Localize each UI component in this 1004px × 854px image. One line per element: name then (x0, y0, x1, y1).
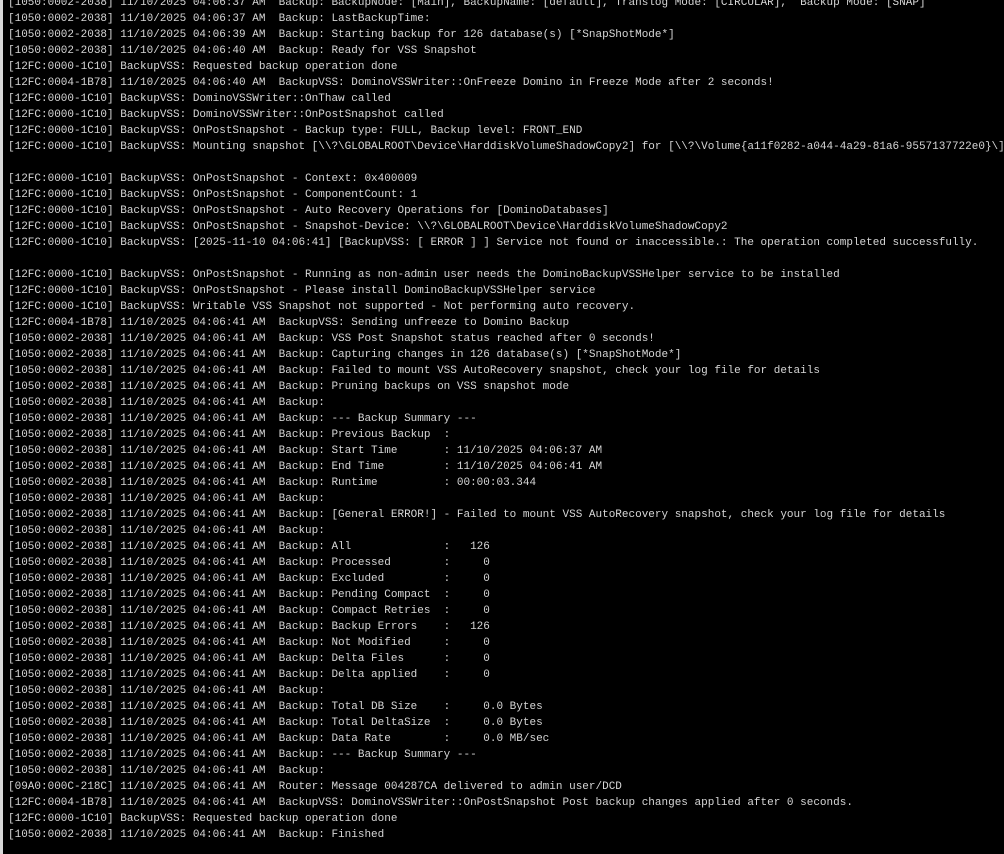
console-log: [1050:0002-2038] 11/10/2025 04:06:37 AM … (8, 0, 1004, 843)
log-line: [12FC:0000-1C10] BackupVSS: OnPostSnapsh… (8, 173, 418, 185)
log-line: [1050:0002-2038] 11/10/2025 04:06:41 AM … (8, 749, 477, 761)
log-line: [12FC:0000-1C10] BackupVSS: Requested ba… (8, 813, 398, 825)
log-line: [1050:0002-2038] 11/10/2025 04:06:41 AM … (8, 621, 490, 633)
log-line: [1050:0002-2038] 11/10/2025 04:06:41 AM … (8, 589, 490, 601)
log-line: [1050:0002-2038] 11/10/2025 04:06:41 AM … (8, 509, 946, 521)
log-line: [1050:0002-2038] 11/10/2025 04:06:41 AM … (8, 653, 490, 665)
log-line: [1050:0002-2038] 11/10/2025 04:06:41 AM … (8, 477, 537, 489)
log-line: [12FC:0000-1C10] BackupVSS: Requested ba… (8, 61, 398, 73)
log-line: [1050:0002-2038] 11/10/2025 04:06:41 AM … (8, 493, 325, 505)
log-line: [12FC:0000-1C10] BackupVSS: OnPostSnapsh… (8, 205, 609, 217)
log-line: [1050:0002-2038] 11/10/2025 04:06:41 AM … (8, 349, 682, 361)
log-line: [1050:0002-2038] 11/10/2025 04:06:41 AM … (8, 541, 490, 553)
log-line: [1050:0002-2038] 11/10/2025 04:06:41 AM … (8, 733, 550, 745)
log-line: [12FC:0004-1B78] 11/10/2025 04:06:41 AM … (8, 797, 853, 809)
log-line: [12FC:0000-1C10] BackupVSS: OnPostSnapsh… (8, 285, 596, 297)
log-line: [1050:0002-2038] 11/10/2025 04:06:41 AM … (8, 605, 490, 617)
log-line: [12FC:0000-1C10] BackupVSS: [2025-11-10 … (8, 237, 979, 249)
log-line: [12FC:0000-1C10] BackupVSS: DominoVSSWri… (8, 93, 391, 105)
log-line: [1050:0002-2038] 11/10/2025 04:06:41 AM … (8, 445, 603, 457)
log-line: [12FC:0004-1B78] 11/10/2025 04:06:41 AM … (8, 317, 570, 329)
log-line: [09A0:000C-218C] 11/10/2025 04:06:41 AM … (8, 781, 622, 793)
log-line: [1050:0002-2038] 11/10/2025 04:06:40 AM … (8, 45, 477, 57)
log-line: [1050:0002-2038] 11/10/2025 04:06:41 AM … (8, 365, 820, 377)
log-line: [1050:0002-2038] 11/10/2025 04:06:41 AM … (8, 717, 543, 729)
log-line: [12FC:0000-1C10] BackupVSS: OnPostSnapsh… (8, 221, 728, 233)
log-line: [1050:0002-2038] 11/10/2025 04:06:41 AM … (8, 333, 655, 345)
log-line: [1050:0002-2038] 11/10/2025 04:06:41 AM … (8, 573, 490, 585)
log-line: [1050:0002-2038] 11/10/2025 04:06:41 AM … (8, 669, 490, 681)
log-line: [1050:0002-2038] 11/10/2025 04:06:41 AM … (8, 701, 543, 713)
log-line: [1050:0002-2038] 11/10/2025 04:06:41 AM … (8, 413, 477, 425)
log-line: [1050:0002-2038] 11/10/2025 04:06:39 AM … (8, 29, 675, 41)
log-line: [1050:0002-2038] 11/10/2025 04:06:37 AM … (8, 13, 431, 25)
log-line: [1050:0002-2038] 11/10/2025 04:06:41 AM … (8, 381, 570, 393)
log-line: [1050:0002-2038] 11/10/2025 04:06:41 AM … (8, 557, 490, 569)
log-line: [1050:0002-2038] 11/10/2025 04:06:41 AM … (8, 429, 451, 441)
log-line: [1050:0002-2038] 11/10/2025 04:06:41 AM … (8, 525, 325, 537)
log-line: [12FC:0000-1C10] BackupVSS: OnPostSnapsh… (8, 189, 418, 201)
log-line: [12FC:0000-1C10] BackupVSS: DominoVSSWri… (8, 109, 444, 121)
window-border (0, 0, 3, 854)
log-line: [12FC:0004-1B78] 11/10/2025 04:06:40 AM … (8, 77, 774, 89)
log-line: [1050:0002-2038] 11/10/2025 04:06:41 AM … (8, 461, 603, 473)
log-line: [12FC:0000-1C10] BackupVSS: Mounting sna… (8, 141, 1004, 153)
server-console[interactable]: [1050:0002-2038] 11/10/2025 04:06:37 AM … (0, 0, 1004, 854)
log-line: [1050:0002-2038] 11/10/2025 04:06:41 AM … (8, 397, 325, 409)
log-line: [1050:0002-2038] 11/10/2025 04:06:41 AM … (8, 637, 490, 649)
log-line: [12FC:0000-1C10] BackupVSS: Writable VSS… (8, 301, 636, 313)
log-line: [12FC:0000-1C10] BackupVSS: OnPostSnapsh… (8, 269, 840, 281)
log-line: [12FC:0000-1C10] BackupVSS: OnPostSnapsh… (8, 125, 583, 137)
log-line: [1050:0002-2038] 11/10/2025 04:06:41 AM … (8, 765, 325, 777)
log-line: [1050:0002-2038] 11/10/2025 04:06:41 AM … (8, 829, 385, 841)
log-line: [1050:0002-2038] 11/10/2025 04:06:41 AM … (8, 685, 325, 697)
log-line: [1050:0002-2038] 11/10/2025 04:06:37 AM … (8, 0, 926, 9)
